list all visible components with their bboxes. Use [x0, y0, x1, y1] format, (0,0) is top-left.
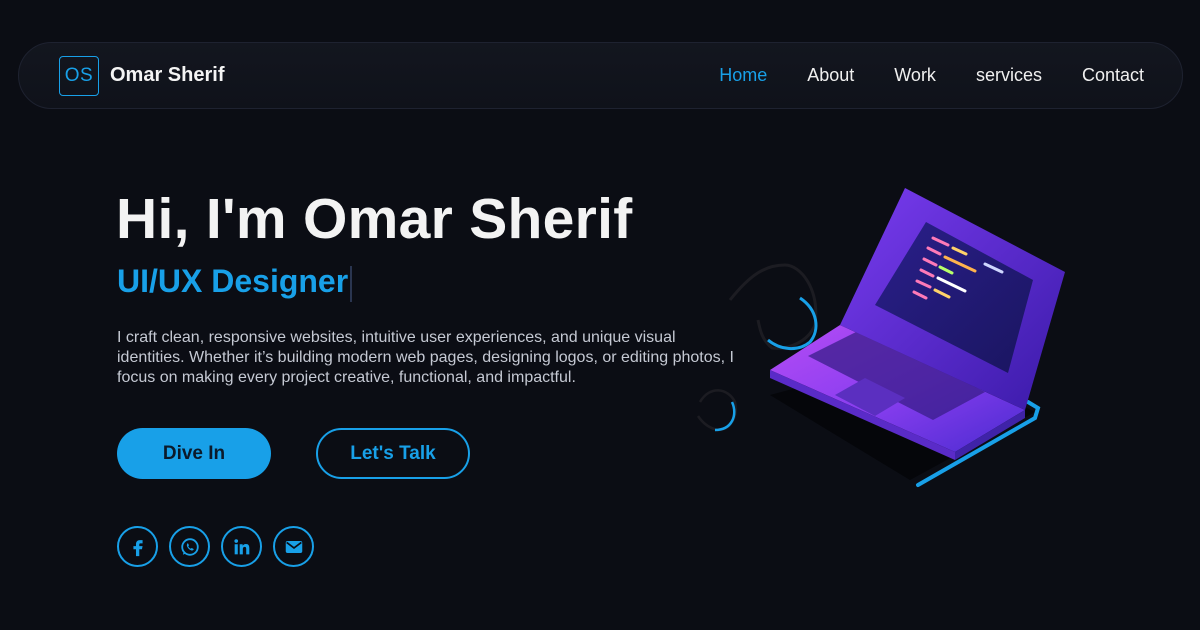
social-links: [117, 526, 314, 567]
lets-talk-button[interactable]: Let's Talk: [316, 428, 470, 479]
email-link[interactable]: [273, 526, 314, 567]
nav-link-services[interactable]: services: [976, 65, 1042, 86]
whatsapp-link[interactable]: [169, 526, 210, 567]
email-icon: [285, 540, 302, 553]
role-text: UI/UX Designer: [117, 263, 353, 302]
nav-link-about[interactable]: About: [807, 65, 854, 86]
facebook-link[interactable]: [117, 526, 158, 567]
dive-in-button[interactable]: Dive In: [117, 428, 271, 479]
intro-paragraph: I craft clean, responsive websites, intu…: [117, 329, 734, 386]
navbar: OS Omar Sherif Home About Work services …: [18, 42, 1183, 109]
typing-caret: [350, 265, 353, 302]
role-label: UI/UX Designer: [117, 263, 349, 299]
linkedin-icon: [233, 538, 249, 554]
laptop-illustration: [696, 188, 1065, 487]
nav-link-home[interactable]: Home: [719, 65, 767, 86]
hero-title: Hi, I'm Omar Sherif: [116, 187, 633, 251]
nav-link-contact[interactable]: Contact: [1082, 65, 1144, 86]
logo[interactable]: OS: [59, 55, 99, 96]
nav-link-work[interactable]: Work: [894, 65, 936, 86]
linkedin-link[interactable]: [221, 526, 262, 567]
nav-links: Home About Work services Contact: [719, 65, 1144, 86]
brand[interactable]: OS Omar Sherif: [59, 55, 224, 96]
brand-name[interactable]: Omar Sherif: [110, 64, 224, 87]
whatsapp-icon: [180, 537, 199, 556]
facebook-icon: [132, 539, 143, 556]
